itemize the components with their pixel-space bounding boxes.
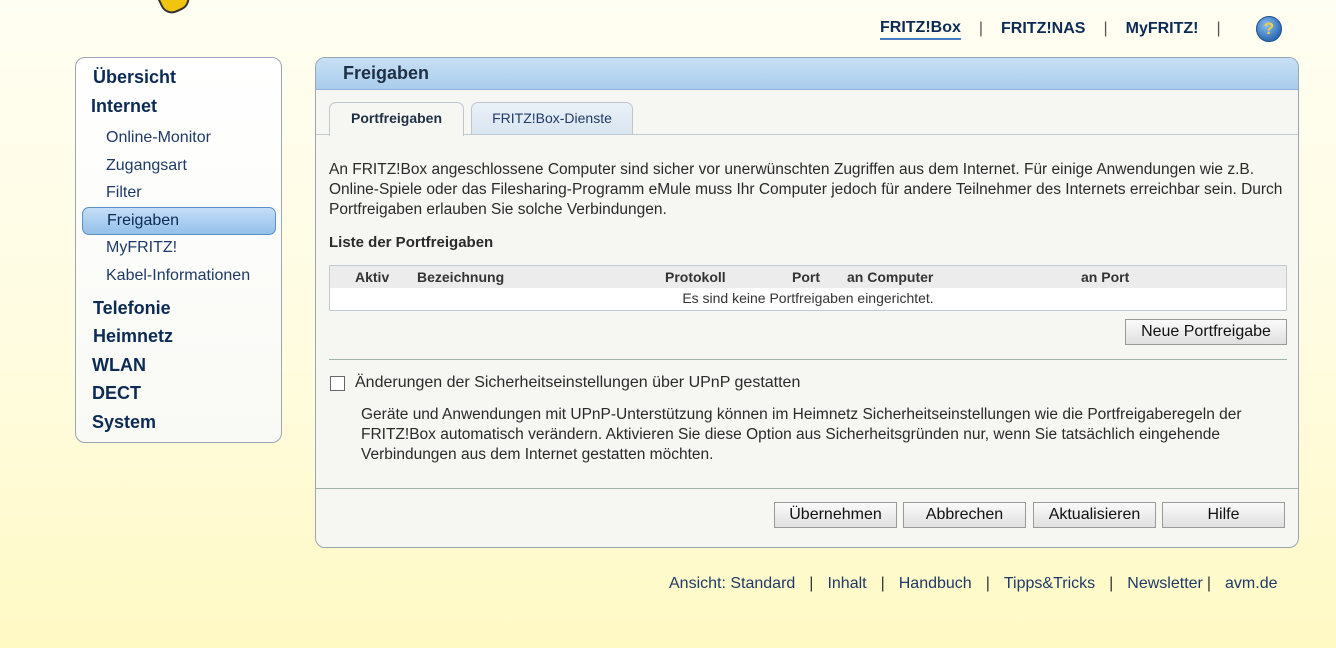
divider (329, 359, 1287, 360)
sidebar-item-uebersicht[interactable]: Übersicht (76, 67, 281, 88)
sidebar-item-kabel-informationen[interactable]: Kabel-Informationen (76, 267, 281, 285)
footer-avm[interactable]: avm.de (1225, 575, 1277, 593)
sidebar-item-filter[interactable]: Filter (76, 184, 281, 202)
tab-fritzbox-dienste[interactable]: FRITZ!Box-Dienste (471, 102, 633, 134)
sidebar-menu: Übersicht Internet Online-Monitor Zugang… (75, 57, 282, 443)
sidebar-item-heimnetz[interactable]: Heimnetz (76, 326, 281, 347)
intro-text: An FRITZ!Box angeschlossene Computer sin… (329, 161, 1283, 218)
page-title: Freigaben (316, 58, 1298, 90)
column-header-aktiv: Aktiv (355, 269, 390, 285)
column-header-an-port: an Port (1081, 269, 1130, 285)
uebernehmen-button[interactable]: Übernehmen (774, 502, 897, 528)
hilfe-button[interactable]: Hilfe (1162, 502, 1285, 528)
upnp-checkbox[interactable] (330, 376, 345, 391)
sidebar-item-dect[interactable]: DECT (76, 383, 281, 404)
footer-separator: | (1206, 575, 1212, 592)
topnav-fritznas[interactable]: FRITZ!NAS (1001, 20, 1085, 38)
sidebar-item-system[interactable]: System (76, 412, 281, 433)
table-header: Aktiv Bezeichnung Protokoll Port an Comp… (330, 266, 1286, 288)
footer-separator: | (985, 575, 990, 592)
footer-separator: | (1109, 575, 1114, 592)
table-empty-message: Es sind keine Portfreigaben eingerichtet… (682, 290, 934, 306)
abbrechen-button[interactable]: Abbrechen (903, 502, 1026, 528)
sidebar-item-online-monitor[interactable]: Online-Monitor (76, 129, 281, 147)
topnav-fritzbox[interactable]: FRITZ!Box (880, 19, 961, 40)
footer-handbuch[interactable]: Handbuch (899, 575, 972, 593)
content-panel: Freigaben Portfreigaben FRITZ!Box-Dienst… (315, 57, 1299, 548)
top-navigation: FRITZ!Box | FRITZ!NAS | MyFRITZ! | (880, 17, 1239, 41)
column-header-an-computer: an Computer (847, 269, 934, 285)
footer-separator: | (880, 575, 885, 592)
divider (316, 488, 1298, 489)
footer-links: Ansicht: Standard | Inhalt | Handbuch | … (669, 575, 1277, 593)
portfreigaben-table: Aktiv Bezeichnung Protokoll Port an Comp… (329, 265, 1287, 311)
aktualisieren-button[interactable]: Aktualisieren (1033, 502, 1156, 528)
sidebar-item-zugangsart[interactable]: Zugangsart (76, 157, 281, 175)
topnav-myfritz[interactable]: MyFRITZ! (1126, 20, 1199, 38)
list-title: Liste der Portfreigaben (329, 234, 494, 251)
tab-portfreigaben[interactable]: Portfreigaben (329, 102, 464, 136)
sidebar-item-telefonie[interactable]: Telefonie (76, 298, 281, 319)
topnav-separator: | (1216, 20, 1221, 37)
footer-ansicht[interactable]: Ansicht: Standard (669, 575, 795, 593)
footer-inhalt[interactable]: Inhalt (827, 575, 866, 593)
topnav-separator: | (978, 20, 984, 37)
sidebar-item-myfritz[interactable]: MyFRITZ! (76, 239, 281, 257)
footer-separator: | (809, 575, 814, 592)
upnp-description: Geräte und Anwendungen mit UPnP-Unterstü… (361, 406, 1242, 463)
help-icon[interactable]: ? (1256, 16, 1282, 42)
upnp-checkbox-label[interactable]: Änderungen der Sicherheitseinstellungen … (355, 374, 800, 392)
fritz-logo (156, 0, 194, 18)
column-header-protokoll: Protokoll (665, 269, 726, 285)
column-header-port: Port (792, 269, 820, 285)
topnav-separator: | (1103, 20, 1108, 37)
sidebar-item-freigaben[interactable]: Freigaben (82, 207, 276, 235)
footer-newsletter[interactable]: Newsletter (1127, 575, 1203, 593)
sidebar-item-internet[interactable]: Internet (76, 96, 281, 117)
footer-tipps-tricks[interactable]: Tipps&Tricks (1004, 575, 1095, 593)
column-header-bezeichnung: Bezeichnung (417, 269, 505, 285)
new-portfreigabe-button[interactable]: Neue Portfreigabe (1125, 319, 1287, 345)
sidebar-item-wlan[interactable]: WLAN (76, 355, 281, 376)
